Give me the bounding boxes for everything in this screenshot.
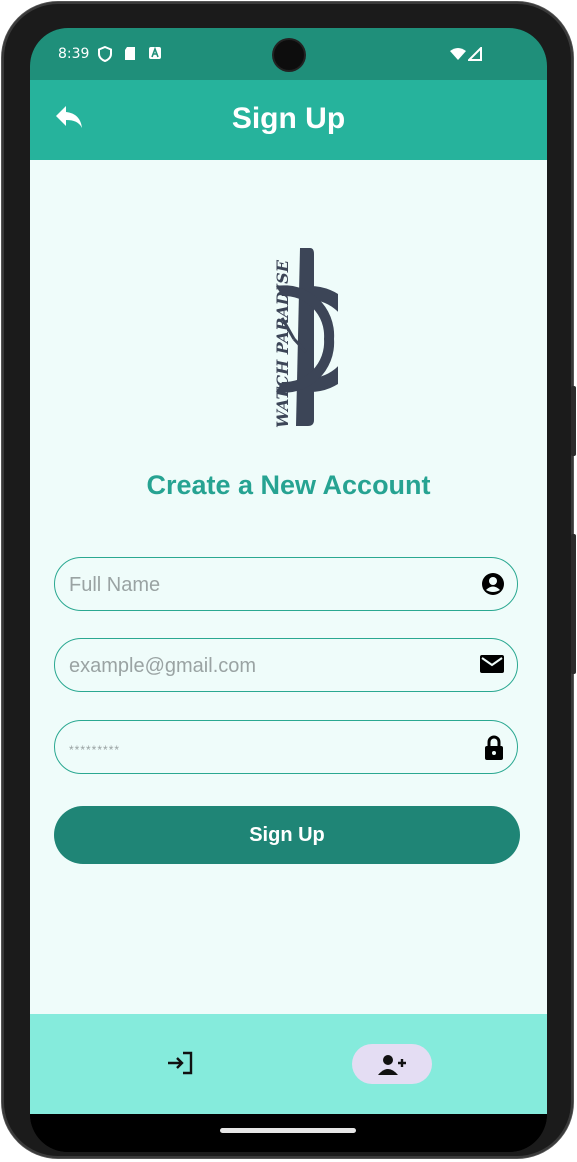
phone-frame: 8:39 Sign Up WATCH PARADISE Create a New… — [2, 2, 576, 1158]
logo-text: WATCH PARADISE — [273, 259, 292, 428]
screen: 8:39 Sign Up WATCH PARADISE Create a New… — [30, 28, 547, 1152]
notification-a-icon — [148, 46, 162, 63]
person-add-icon — [378, 1055, 406, 1075]
shield-icon — [98, 45, 112, 65]
account-circle-icon — [481, 572, 505, 600]
email-input[interactable] — [67, 651, 471, 681]
full-name-field[interactable] — [54, 557, 518, 611]
front-camera — [274, 40, 304, 70]
watch-paradise-logo: WATCH PARADISE — [248, 244, 363, 430]
sign-up-button[interactable]: Sign Up — [54, 806, 520, 864]
home-indicator[interactable] — [220, 1128, 356, 1133]
gesture-bar — [30, 1114, 547, 1152]
login-icon[interactable] — [166, 1050, 194, 1080]
lock-icon — [483, 735, 505, 765]
full-name-input[interactable] — [67, 570, 471, 600]
wifi-icon — [450, 48, 466, 63]
password-input[interactable] — [67, 733, 471, 763]
volume-button — [571, 534, 576, 674]
signal-icon — [466, 45, 482, 64]
status-bar: 8:39 — [30, 28, 547, 80]
email-field[interactable] — [54, 638, 518, 692]
sd-card-icon — [124, 46, 136, 64]
mail-icon — [479, 653, 505, 679]
password-field[interactable] — [54, 720, 518, 774]
bottom-navigation — [30, 1014, 547, 1114]
power-button — [571, 386, 576, 456]
status-time: 8:39 — [58, 46, 90, 62]
nav-signup-tab[interactable] — [352, 1044, 432, 1084]
signup-content: WATCH PARADISE Create a New Account Full… — [30, 160, 547, 1014]
form-heading: Create a New Account — [146, 470, 431, 500]
page-title: Sign Up — [231, 102, 346, 135]
app-bar: Sign Up — [30, 80, 547, 160]
